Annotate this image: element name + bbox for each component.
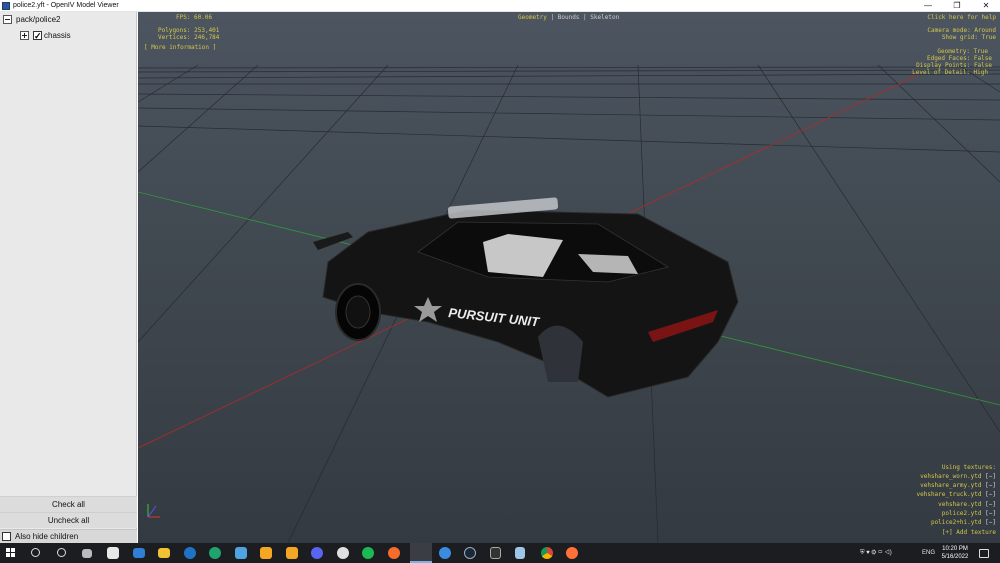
tab-bounds[interactable]: Bounds: [558, 14, 580, 21]
tree-root-row[interactable]: pack/police2: [3, 14, 60, 26]
search-icon[interactable]: [31, 548, 40, 557]
tree-item-chassis[interactable]: ✓ chassis: [20, 30, 71, 42]
window-title: police2.yft - OpenIV Model Viewer: [13, 2, 119, 9]
clock-time: 10:20 PM: [942, 546, 968, 552]
expand-icon[interactable]: [20, 31, 29, 41]
tab-geometry[interactable]: Geometry: [518, 14, 547, 21]
photos-icon[interactable]: [235, 547, 247, 559]
discord-icon[interactable]: [311, 547, 323, 559]
mail-icon[interactable]: [133, 548, 145, 558]
edge-icon[interactable]: [209, 547, 221, 559]
texture-item[interactable]: vehshare_worn.ytd [−]: [920, 473, 996, 480]
texture-item[interactable]: police2+hi.ytd [−]: [931, 519, 996, 526]
taskbar: ⛨ ♥ ⚙ ▭ ◁) ENG 10:20 PM 5/16/2022: [0, 543, 1000, 563]
rockstar-icon[interactable]: [260, 547, 272, 559]
clock[interactable]: 10:20 PM 5/16/2022: [936, 545, 974, 561]
cortana-icon[interactable]: [57, 548, 66, 557]
vertices-readout: Vertices: 246,784: [158, 34, 220, 41]
model-viewport[interactable]: PURSUIT UNIT Geometry | Bounds | Skeleto…: [138, 12, 1000, 543]
tab-separator: |: [579, 14, 591, 21]
texture-item[interactable]: police2.ytd [−]: [942, 510, 996, 517]
add-texture-button[interactable]: [+] Add texture: [942, 529, 996, 536]
firefox-icon[interactable]: [566, 547, 578, 559]
store-icon[interactable]: [107, 547, 119, 559]
texture-item[interactable]: vehshare.ytd [−]: [938, 501, 996, 508]
spotify-icon[interactable]: [362, 547, 374, 559]
more-information-link[interactable]: [ More information ]: [144, 44, 216, 51]
level-of-detail-readout[interactable]: Level of Detail: High: [912, 69, 988, 76]
edge-legacy-icon[interactable]: [184, 547, 196, 559]
tab-separator: |: [546, 14, 558, 21]
clock-date: 5/16/2022: [941, 554, 969, 560]
help-link[interactable]: Click here for help: [927, 14, 996, 21]
media-icon[interactable]: [439, 547, 451, 559]
tree-root-label: pack/police2: [16, 15, 61, 24]
model-tree-panel: pack/police2 ✓ chassis Check all Uncheck …: [0, 12, 137, 543]
origin-icon[interactable]: [388, 547, 400, 559]
check-all-button[interactable]: Check all: [0, 496, 137, 512]
also-hide-children-label: Also hide children: [15, 532, 79, 541]
file-explorer-icon[interactable]: [158, 548, 170, 558]
maximize-button[interactable]: ❐: [943, 0, 971, 12]
notifications-icon[interactable]: [979, 549, 989, 558]
using-textures-label: Using textures:: [941, 464, 996, 471]
title-bar: police2.yft - OpenIV Model Viewer — ❐ ✕: [0, 0, 1000, 12]
fps-readout: FPS: 60.06: [176, 14, 213, 21]
vehicle-model: PURSUIT UNIT: [313, 197, 739, 398]
tab-skeleton[interactable]: Skeleton: [590, 14, 619, 21]
also-hide-children-option[interactable]: Also hide children: [0, 529, 137, 543]
close-button[interactable]: ✕: [972, 0, 1000, 12]
task-view-icon[interactable]: [82, 549, 92, 558]
minimize-button[interactable]: —: [914, 0, 942, 12]
chassis-checkbox[interactable]: ✓: [33, 31, 42, 41]
start-icon[interactable]: [6, 548, 16, 558]
system-tray[interactable]: ⛨ ♥ ⚙ ▭ ◁): [860, 543, 920, 563]
openiv-icon[interactable]: [410, 543, 432, 563]
epic-games-icon[interactable]: [490, 547, 501, 559]
obs-icon[interactable]: [337, 547, 349, 559]
collapse-icon[interactable]: [3, 15, 12, 25]
chrome-icon[interactable]: [541, 547, 553, 559]
rockstar-games-launcher-icon[interactable]: [286, 547, 298, 559]
also-hide-children-checkbox[interactable]: [2, 532, 11, 542]
show-grid-readout[interactable]: Show grid: True: [942, 34, 996, 41]
view-mode-tabs: Geometry | Bounds | Skeleton: [518, 14, 619, 21]
language-indicator[interactable]: ENG: [922, 543, 935, 563]
openiv-app-icon: [2, 2, 10, 10]
notepad-icon[interactable]: [515, 547, 525, 559]
texture-item[interactable]: vehshare_truck.ytd [−]: [917, 491, 997, 498]
texture-item[interactable]: vehshare_army.ytd [−]: [920, 482, 996, 489]
steam-icon[interactable]: [464, 547, 476, 559]
tray-icons[interactable]: ⛨ ♥ ⚙ ▭ ◁): [860, 550, 892, 556]
tree-item-label: chassis: [44, 31, 71, 40]
uncheck-all-button[interactable]: Uncheck all: [0, 512, 137, 528]
axis-gizmo: [147, 504, 160, 518]
